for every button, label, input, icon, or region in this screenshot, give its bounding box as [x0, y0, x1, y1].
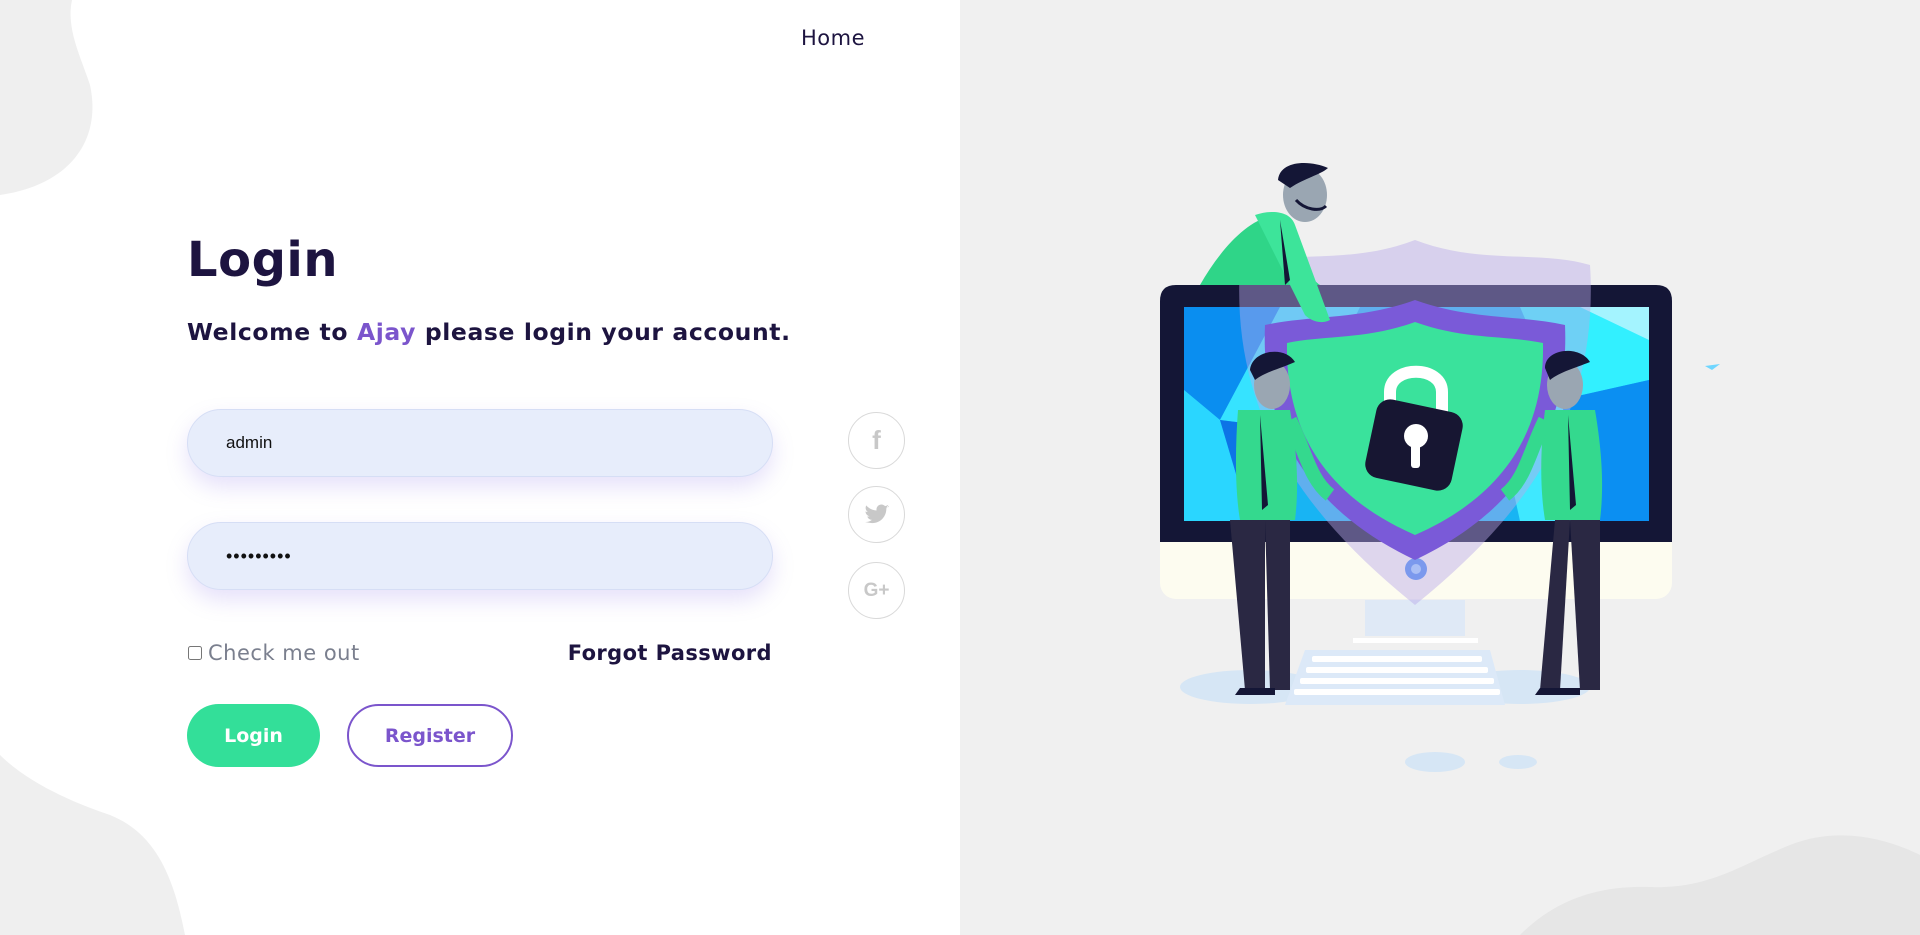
login-panel: Home Login Welcome to Ajay please login …	[0, 0, 960, 935]
remember-me[interactable]: Check me out	[187, 641, 360, 665]
nav-home-link[interactable]: Home	[801, 26, 865, 50]
twitter-icon	[864, 503, 889, 523]
welcome-prefix: Welcome to	[187, 318, 349, 346]
floor-shadow	[1499, 755, 1537, 769]
google-plus-icon: G+	[863, 579, 890, 601]
security-shield-illustration	[1160, 163, 1720, 772]
welcome-text: Welcome to Ajay please login your accoun…	[187, 318, 791, 346]
top-left-blob	[0, 0, 93, 195]
twitter-button[interactable]	[848, 486, 905, 543]
login-button[interactable]: Login	[187, 704, 320, 767]
google-plus-button[interactable]: G+	[848, 562, 905, 619]
remember-me-checkbox[interactable]	[188, 646, 202, 660]
page-title: Login	[187, 232, 339, 288]
facebook-icon: f	[872, 425, 881, 455]
password-input[interactable]	[187, 522, 773, 590]
bottom-left-blob	[0, 755, 185, 935]
monitor-stand	[1365, 600, 1465, 636]
facebook-button[interactable]: f	[848, 412, 905, 469]
register-button[interactable]: Register	[347, 704, 513, 767]
forgot-password-link[interactable]: Forgot Password	[568, 641, 772, 665]
remember-me-label: Check me out	[208, 641, 360, 665]
illustration-panel	[960, 0, 1920, 935]
welcome-suffix: please login your account.	[424, 318, 791, 346]
username-input[interactable]	[187, 409, 773, 477]
floor-shadow	[1405, 752, 1465, 772]
brand-name: Ajay	[356, 318, 417, 346]
